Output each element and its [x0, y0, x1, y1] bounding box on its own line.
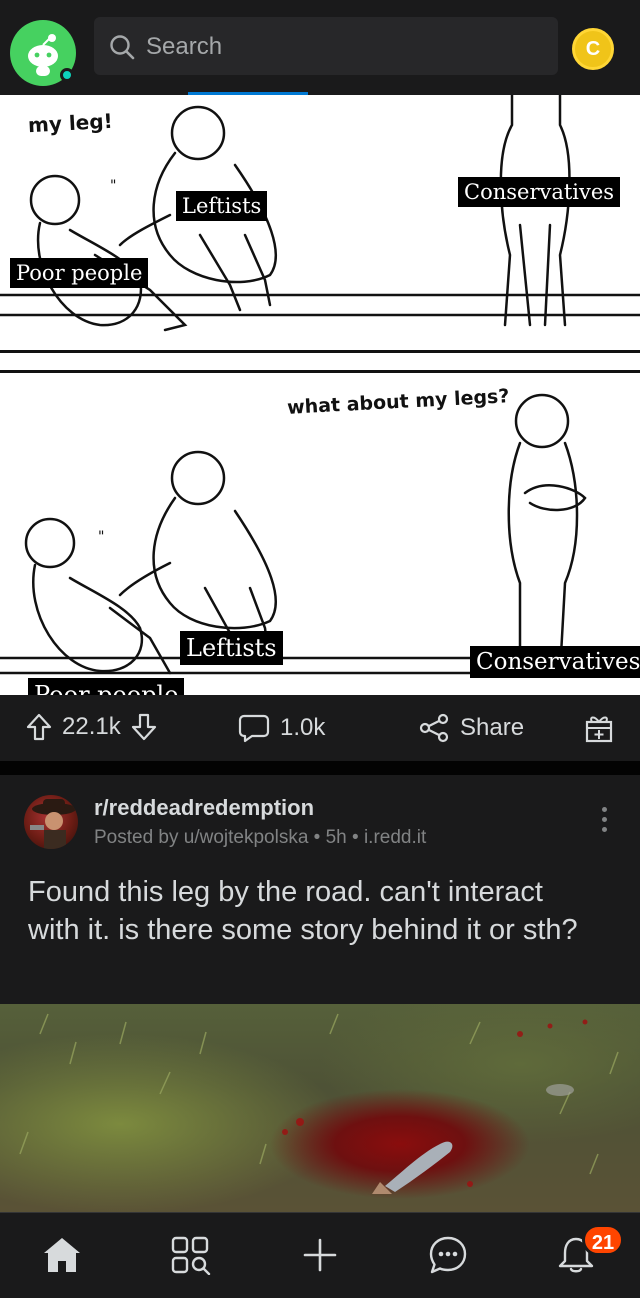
- home-icon: [44, 1238, 80, 1272]
- nav-home[interactable]: [42, 1235, 82, 1280]
- post-preview-image[interactable]: [0, 1004, 640, 1212]
- upvote-icon[interactable]: [26, 713, 52, 741]
- search-placeholder: Search: [146, 33, 223, 60]
- vote-group: 22.1k: [26, 713, 157, 741]
- subreddit-icon[interactable]: [24, 795, 78, 849]
- coin-icon: C: [585, 38, 601, 60]
- cowboy-avatar-icon: [30, 799, 76, 849]
- nav-discover[interactable]: [170, 1235, 212, 1280]
- top-bar: Search C: [0, 0, 640, 95]
- post-action-bar: 22.1k 1.0k Share: [0, 695, 640, 761]
- label-conservatives-1: Conservatives: [458, 177, 621, 207]
- vote-count: 22.1k: [62, 713, 121, 740]
- gift-award-icon: [585, 716, 613, 743]
- meme-divider: [0, 350, 640, 373]
- bottom-navigation: [0, 1212, 640, 1298]
- online-status-dot: [60, 68, 74, 82]
- more-options-icon[interactable]: [602, 807, 607, 837]
- discover-icon: [171, 1236, 211, 1276]
- share-label: Share: [460, 714, 525, 741]
- user-avatar[interactable]: [10, 20, 76, 86]
- comment-count: 1.0k: [280, 714, 326, 741]
- post-meta: Posted by u/wojtekpolska • 5h • i.redd.i…: [94, 827, 427, 848]
- label-leftists-1: Leftists: [176, 191, 268, 221]
- award-button[interactable]: [584, 712, 614, 744]
- plus-icon: [303, 1238, 337, 1272]
- subreddit-name[interactable]: r/reddeadredemption: [94, 795, 314, 821]
- comments-button[interactable]: 1.0k: [238, 713, 325, 743]
- post-card[interactable]: r/reddeadredemption Posted by u/wojtekpo…: [0, 775, 640, 1004]
- share-button[interactable]: Share: [418, 713, 524, 743]
- comment-icon: [238, 714, 270, 743]
- post-separator: [0, 761, 640, 775]
- search-icon: [110, 35, 135, 60]
- search-bar[interactable]: Search: [94, 17, 558, 75]
- post-image-meme[interactable]: " my leg! Leftists Conservatives Poor pe…: [0, 95, 640, 695]
- share-icon: [419, 713, 449, 743]
- preview-scene: [19, 1013, 619, 1194]
- meme-caption-1: my leg!: [27, 108, 114, 138]
- downvote-icon[interactable]: [131, 713, 157, 741]
- inbox-notification-badge: 21: [582, 1224, 624, 1256]
- label-poor-people-2: Poor people: [28, 678, 185, 695]
- svg-text:": ": [110, 178, 116, 194]
- post-title[interactable]: Found this leg by the road. can't intera…: [28, 873, 588, 949]
- chat-icon: [429, 1236, 467, 1274]
- label-poor-people-1: Poor people: [10, 258, 149, 288]
- meme-panel-1: " my leg! Leftists Conservatives Poor pe…: [0, 95, 640, 350]
- nav-chat[interactable]: [428, 1235, 468, 1280]
- meme-panel-2: " what about my legs? Leftists Conservat…: [0, 373, 640, 695]
- coins-button[interactable]: C: [572, 28, 614, 70]
- nav-create[interactable]: [302, 1237, 338, 1278]
- label-leftists-2: Leftists: [180, 631, 283, 665]
- label-conservatives-2: Conservatives: [470, 646, 640, 678]
- svg-text:": ": [98, 529, 104, 545]
